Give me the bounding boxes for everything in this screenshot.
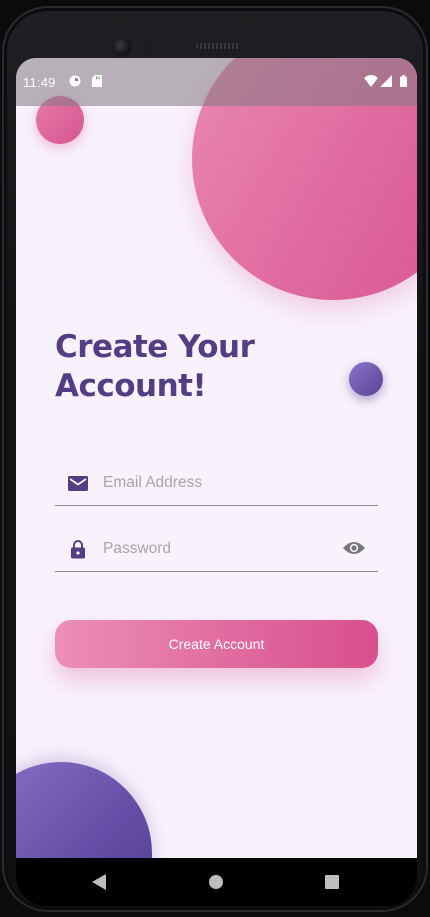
email-field[interactable] — [55, 463, 378, 506]
lock-icon — [71, 540, 85, 559]
app-screen: 11:49 Create Your Account! Email Address… — [16, 58, 417, 858]
password-input[interactable] — [101, 537, 335, 561]
wifi-icon — [364, 75, 378, 87]
cell-signal-icon — [380, 75, 392, 87]
password-field[interactable] — [55, 529, 378, 572]
home-icon[interactable] — [209, 875, 223, 889]
status-bar: 11:49 — [16, 58, 417, 106]
status-time: 11:49 — [23, 75, 56, 90]
battery-icon — [400, 75, 407, 87]
system-navigation-bar — [16, 858, 417, 906]
back-icon[interactable] — [92, 874, 106, 890]
mail-icon — [68, 476, 88, 491]
front-camera — [113, 38, 131, 56]
app-notification-icon — [69, 75, 81, 87]
recents-icon[interactable] — [325, 875, 339, 889]
earpiece-speaker — [196, 43, 240, 49]
proximity-sensor — [145, 36, 153, 56]
decorative-purple-circle — [349, 362, 383, 396]
decorative-purple-circle-bottom — [16, 762, 152, 858]
eye-icon[interactable] — [342, 540, 366, 556]
page-title: Create Your Account! — [55, 329, 255, 404]
email-input[interactable] — [101, 471, 335, 495]
create-account-button[interactable]: Create Account — [55, 620, 378, 668]
sd-card-icon — [92, 75, 102, 87]
